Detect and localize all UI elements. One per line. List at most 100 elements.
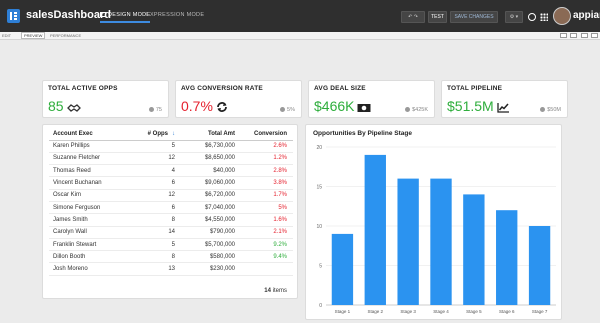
cell-account-exec: James Smith (49, 213, 127, 227)
kpi-compare: $425K (405, 107, 428, 113)
cell-account-exec: Simone Ferguson (49, 201, 127, 215)
cell-total-amt: $790,000 (175, 226, 235, 239)
handshake-icon (66, 100, 81, 116)
table-row[interactable]: Suzanne Fletcher 12 $8,650,000 1.2% (49, 152, 293, 166)
kpi-label: AVG CONVERSION RATE (181, 85, 263, 92)
table-row[interactable]: Josh Moreno 13 $230,000 (49, 262, 293, 276)
column-header-opps[interactable]: # Opps ↓ (127, 129, 175, 141)
table-row[interactable]: Simone Ferguson 6 $7,040,000 5% (49, 201, 293, 215)
table-row[interactable]: Karen Phillips 5 $6,730,000 2.6% (49, 140, 293, 153)
cell-conversion: 1.7% (235, 189, 293, 202)
layout-option-icon[interactable] (570, 33, 577, 38)
cell-account-exec: Suzanne Fletcher (49, 152, 127, 166)
cell-opps: 6 (127, 201, 175, 215)
layout-option-icon[interactable] (591, 33, 598, 38)
cell-total-amt: $8,650,000 (175, 152, 235, 166)
test-button[interactable]: TEST (428, 11, 447, 23)
cell-account-exec: Franklin Stewart (49, 238, 127, 252)
undo-redo-button[interactable]: ↶ ↷ (401, 11, 425, 23)
cell-total-amt: $40,000 (175, 164, 235, 178)
y-tick-label: 0 (319, 303, 322, 309)
cell-opps: 6 (127, 176, 175, 190)
table-row[interactable]: Oscar Kim 12 $6,720,000 1.7% (49, 189, 293, 202)
cell-account-exec: Vincent Buchanan (49, 176, 127, 190)
cell-account-exec: Josh Moreno (49, 262, 127, 276)
layout-option-icon[interactable] (581, 33, 588, 38)
help-icon[interactable] (528, 13, 536, 21)
app-title: salesDashboard (26, 9, 111, 21)
kpi-value-text: $51.5M (447, 98, 494, 114)
chart-bar[interactable] (463, 194, 485, 305)
x-tick-label: Stage 2 (368, 309, 384, 314)
column-header-account-exec[interactable]: Account Exec (49, 129, 127, 141)
cell-conversion: 2.1% (235, 226, 293, 239)
chart-bar[interactable] (528, 226, 551, 305)
column-header-conversion[interactable]: Conversion (235, 129, 293, 141)
compare-dot-icon (405, 107, 411, 112)
tab-preview[interactable]: PREVIEW (21, 32, 46, 39)
kpi-compare-value: $50M (547, 107, 561, 113)
cell-opps: 13 (127, 262, 175, 276)
chart-bar[interactable] (331, 233, 354, 305)
account-exec-table-card: Account Exec # Opps ↓ Total Amt Conversio… (42, 124, 298, 299)
table-row[interactable]: Thomas Reed 4 $40,000 2.8% (49, 164, 293, 178)
chart-bar[interactable] (397, 178, 419, 305)
x-tick-label: Stage 1 (335, 309, 351, 314)
kpi-card-avg-conversion-rate: AVG CONVERSION RATE 0.7% 5% (175, 80, 302, 118)
cell-conversion: 9.2% (235, 238, 293, 252)
chart-bar[interactable] (364, 154, 386, 305)
settings-gear-button[interactable]: ⚙ ▾ (505, 11, 523, 23)
tab-edit[interactable]: EDIT (2, 33, 11, 38)
kpi-compare: 75 (148, 107, 162, 113)
cell-account-exec: Karen Phillips (49, 140, 127, 153)
design-mode-tab[interactable]: DESIGN MODE (100, 12, 151, 23)
table-row[interactable]: Vincent Buchanan 6 $9,060,000 3.8% (49, 176, 293, 190)
top-bar: salesDashboard DESIGN MODE EXPRESSION MO… (0, 0, 600, 32)
x-tick-label: Stage 7 (532, 309, 548, 314)
cell-account-exec: Carolyn Wall (49, 226, 127, 239)
table-footer: 14 items (264, 288, 287, 294)
x-tick-label: Stage 3 (400, 309, 416, 314)
cell-total-amt: $9,060,000 (175, 176, 235, 190)
cell-total-amt: $7,040,000 (175, 201, 235, 215)
compare-dot-icon (280, 107, 286, 112)
x-tick-label: Stage 6 (499, 309, 515, 314)
cell-total-amt: $580,000 (175, 250, 235, 264)
kpi-value-text: 85 (48, 98, 64, 114)
money-icon (357, 100, 371, 116)
refresh-icon (216, 100, 228, 116)
kpi-label: AVG DEAL SIZE (314, 85, 366, 92)
expression-mode-tab[interactable]: EXPRESSION MODE (146, 12, 204, 18)
chart-bar[interactable] (496, 210, 518, 305)
app-grid-icon[interactable] (540, 13, 548, 21)
kpi-compare: 5% (280, 107, 295, 113)
table-row[interactable]: James Smith 8 $4,550,000 1.6% (49, 213, 293, 227)
tab-performance[interactable]: PERFORMANCE (50, 33, 81, 38)
kpi-card-total-active-opps: TOTAL ACTIVE OPPS 85 75 (42, 80, 169, 118)
table-row[interactable]: Dillon Booth 8 $580,000 9.4% (49, 250, 293, 264)
avatar[interactable] (553, 7, 571, 25)
chart-bar[interactable] (430, 178, 452, 305)
compare-dot-icon (540, 107, 546, 112)
cell-total-amt: $5,700,000 (175, 238, 235, 252)
layout-option-icon[interactable] (560, 33, 567, 38)
save-changes-button[interactable]: SAVE CHANGES (450, 11, 498, 23)
kpi-compare-value: $425K (412, 107, 428, 113)
cell-total-amt: $6,720,000 (175, 189, 235, 202)
sort-arrow-icon[interactable]: ↓ (172, 131, 175, 137)
bar-chart: 0 5 10 15 20 Stage 1 Stage 2 Stage 3 Stage 4 Stag… (316, 145, 556, 314)
kpi-card-total-pipeline: TOTAL PIPELINE $51.5M $50M (441, 80, 568, 118)
design-mode-label: DESIGN MODE (108, 12, 151, 18)
item-count: 14 (264, 288, 271, 294)
table-row[interactable]: Franklin Stewart 5 $5,700,000 9.2% (49, 238, 293, 252)
kpi-value-text: $466K (314, 98, 355, 114)
table-row[interactable]: Carolyn Wall 14 $790,000 2.1% (49, 226, 293, 239)
cell-opps: 5 (127, 140, 175, 153)
item-count-suffix: items (272, 288, 287, 294)
kpi-compare-value: 75 (155, 107, 162, 113)
column-header-total-amt[interactable]: Total Amt (175, 129, 235, 141)
line-chart-icon (497, 100, 510, 116)
pipeline-stage-chart-card: Opportunities By Pipeline Stage 0 5 10 15 20… (305, 124, 562, 320)
kpi-card-avg-deal-size: AVG DEAL SIZE $466K $425K (308, 80, 435, 118)
y-tick-label: 10 (316, 224, 322, 230)
